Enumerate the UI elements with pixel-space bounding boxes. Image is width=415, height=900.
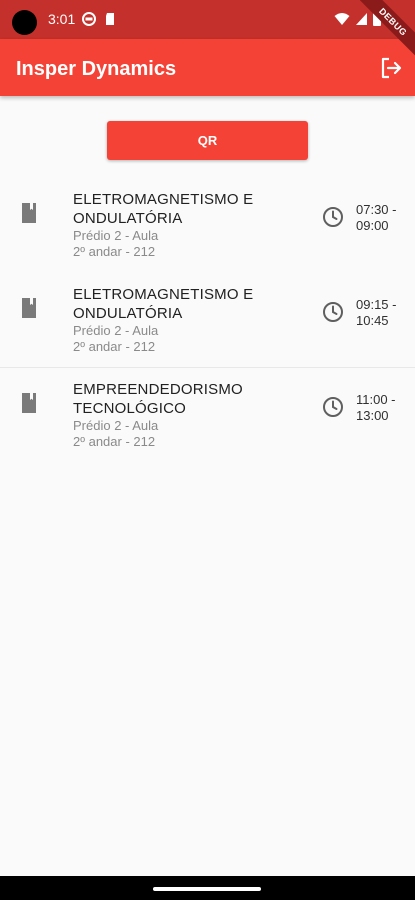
class-list-item[interactable]: ELETROMAGNETISMO E ONDULATÓRIA Prédio 2 … — [0, 178, 415, 273]
class-title: ELETROMAGNETISMO E ONDULATÓRIA — [73, 191, 254, 227]
qr-button[interactable]: QR — [107, 121, 308, 160]
class-location-building: Prédio 2 - Aula — [73, 418, 159, 433]
signal-icon — [356, 12, 367, 25]
class-list-item[interactable]: ELETROMAGNETISMO E ONDULATÓRIA Prédio 2 … — [0, 273, 415, 368]
class-time: 11:00 - 13:00 — [356, 392, 396, 423]
clock-icon — [323, 207, 343, 227]
camera-cutout — [12, 10, 37, 35]
class-time: 09:15 - 10:45 — [356, 297, 397, 328]
wifi-icon — [334, 12, 350, 25]
class-time: 07:30 - 09:00 — [356, 202, 397, 233]
logout-icon — [381, 57, 402, 79]
status-bar: 3:01 — [0, 0, 415, 39]
logout-button[interactable] — [377, 54, 405, 82]
class-location-building: Prédio 2 - Aula — [73, 228, 159, 243]
home-indicator[interactable] — [153, 887, 261, 891]
app-title: Insper Dynamics — [16, 58, 177, 80]
class-title: EMPREENDEDORISMO TECNOLÓGICO — [73, 381, 243, 417]
class-title: ELETROMAGNETISMO E ONDULATÓRIA — [73, 286, 254, 322]
sd-card-icon — [106, 13, 114, 25]
class-location-room: 2º andar - 212 — [73, 434, 156, 449]
notification-icon — [82, 12, 96, 26]
class-list: ELETROMAGNETISMO E ONDULATÓRIA Prédio 2 … — [0, 178, 415, 463]
class-location-room: 2º andar - 212 — [73, 339, 156, 354]
class-list-item[interactable]: EMPREENDEDORISMO TECNOLÓGICO Prédio 2 - … — [0, 368, 415, 463]
class-location-building: Prédio 2 - Aula — [73, 323, 159, 338]
navigation-bar — [0, 876, 415, 900]
clock-icon — [323, 397, 343, 417]
clock-icon — [323, 302, 343, 322]
status-time: 3:01 — [48, 11, 76, 27]
book-icon — [22, 298, 36, 318]
book-icon — [22, 393, 36, 413]
app-bar: Insper Dynamics — [0, 39, 415, 96]
class-location-room: 2º andar - 212 — [73, 244, 156, 259]
screen: 3:01 DEBUG Insper Dynamics QR ELETROMAGN… — [0, 0, 415, 900]
book-icon — [22, 203, 36, 223]
